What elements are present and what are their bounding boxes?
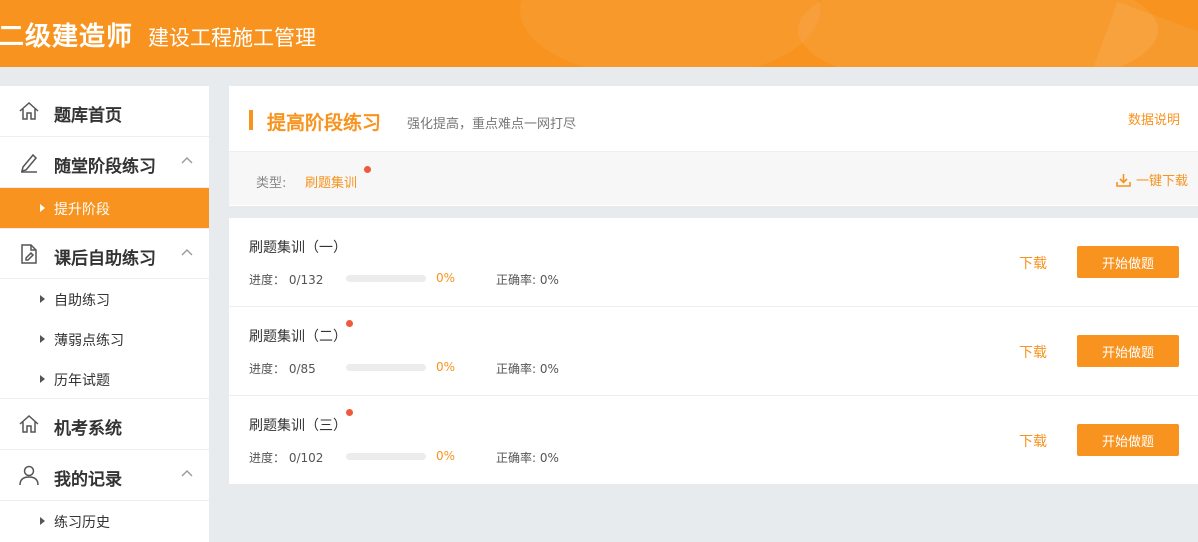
home-icon	[19, 101, 39, 120]
chevron-up-icon[interactable]	[180, 246, 194, 260]
practice-set-name: 刷题集训（二）	[249, 329, 347, 345]
sidebar-subitem-promotion-stage[interactable]: 提升阶段	[0, 188, 209, 228]
new-indicator-dot	[346, 320, 353, 327]
list-item: 刷题集训（三） 进度： 0/102 0% 正确率: 0% 下载 开始做题	[229, 396, 1198, 485]
section-header-panel: 提高阶段练习 强化提高，重点难点一网打尽 数据说明 类型: 刷题集训 一键下载	[229, 86, 1198, 206]
app-title: 二级建造师	[0, 22, 134, 52]
download-link[interactable]: 下载	[1019, 342, 1047, 362]
page-description: 强化提高，重点难点一网打尽	[407, 117, 577, 132]
data-help-link[interactable]: 数据说明	[1128, 109, 1180, 128]
accuracy-label: 正确率: 0%	[496, 451, 559, 465]
download-all-button[interactable]: 一键下载	[1116, 170, 1188, 189]
list-item: 刷题集训（一） 进度： 0/132 0% 正确率: 0% 下载 开始做题	[229, 218, 1198, 307]
sidebar-item-label: 课后自助练习	[54, 249, 156, 269]
title-accent-bar	[249, 110, 253, 130]
sidebar-item-stage-practice[interactable]: 随堂阶段练习	[0, 137, 209, 188]
sidebar-item-label: 机考系统	[54, 419, 122, 439]
practice-set-name: 刷题集训（三）	[249, 418, 347, 434]
sidebar-item-label: 我的记录	[54, 470, 122, 490]
progress-percent: 0%	[436, 449, 456, 463]
type-filter-option[interactable]: 刷题集训	[305, 172, 357, 191]
caret-right-icon	[40, 204, 45, 212]
user-icon	[19, 465, 39, 486]
practice-set-list: 刷题集训（一） 进度： 0/132 0% 正确率: 0% 下载 开始做题 刷题集…	[229, 218, 1198, 484]
sidebar-item-my-records[interactable]: 我的记录	[0, 450, 209, 501]
sidebar-item-exam-system[interactable]: 机考系统	[0, 399, 209, 450]
type-filter-bar: 类型: 刷题集训 一键下载	[229, 151, 1198, 205]
progress-label: 进度： 0/132	[249, 273, 324, 287]
start-practice-button[interactable]: 开始做题	[1077, 246, 1179, 278]
caret-right-icon	[40, 375, 45, 383]
header-decoration	[520, 0, 820, 67]
progress-percent: 0%	[436, 271, 456, 285]
progress-label: 进度： 0/102	[249, 451, 324, 465]
download-link[interactable]: 下载	[1019, 253, 1047, 273]
sidebar-subitem-self-practice[interactable]: 自助练习	[0, 279, 209, 319]
caret-right-icon	[40, 295, 45, 303]
new-indicator-dot	[346, 409, 353, 416]
document-edit-icon	[21, 244, 37, 264]
sidebar-subitem-label: 历年试题	[54, 373, 110, 389]
pen-icon	[20, 153, 38, 173]
progress-bar	[346, 453, 426, 460]
download-icon	[1116, 173, 1131, 187]
chevron-up-icon[interactable]	[180, 154, 194, 168]
progress-bar	[346, 275, 426, 282]
sidebar-item-after-class[interactable]: 课后自助练习	[0, 228, 209, 279]
sidebar-subitem-label: 练习历史	[54, 515, 110, 531]
download-all-label: 一键下载	[1135, 174, 1188, 189]
subject-title: 建设工程施工管理	[148, 26, 316, 50]
chevron-up-icon[interactable]	[180, 467, 194, 481]
progress-percent: 0%	[436, 360, 456, 374]
sidebar-item-home[interactable]: 题库首页	[0, 86, 209, 137]
new-indicator-dot	[364, 166, 371, 173]
app-header: 二级建造师 建设工程施工管理	[0, 0, 1198, 67]
sidebar: 题库首页 随堂阶段练习 提升阶段 课后自助练习 自助练习 薄弱点练习 历年试题 …	[0, 86, 209, 542]
sidebar-subitem-label: 自助练习	[54, 293, 110, 309]
accuracy-label: 正确率: 0%	[496, 362, 559, 376]
sidebar-subitem-weak-points[interactable]: 薄弱点练习	[0, 319, 209, 359]
list-item: 刷题集训（二） 进度： 0/85 0% 正确率: 0% 下载 开始做题	[229, 307, 1198, 396]
start-practice-button[interactable]: 开始做题	[1077, 335, 1179, 367]
progress-bar	[346, 364, 426, 371]
sidebar-item-label: 随堂阶段练习	[54, 157, 156, 177]
download-link[interactable]: 下载	[1019, 431, 1047, 451]
accuracy-label: 正确率: 0%	[496, 273, 559, 287]
sidebar-item-label: 题库首页	[54, 106, 122, 126]
type-filter-label: 类型:	[256, 176, 287, 191]
progress-label: 进度： 0/85	[249, 362, 316, 376]
home-icon	[19, 414, 39, 433]
start-practice-button[interactable]: 开始做题	[1077, 424, 1179, 456]
sidebar-subitem-past-exams[interactable]: 历年试题	[0, 359, 209, 399]
page-title: 提高阶段练习	[267, 112, 382, 134]
sidebar-subitem-label: 提升阶段	[54, 202, 110, 218]
sidebar-subitem-practice-history[interactable]: 练习历史	[0, 501, 209, 541]
practice-set-name: 刷题集训（一）	[249, 240, 347, 256]
caret-right-icon	[40, 517, 45, 525]
sidebar-subitem-label: 薄弱点练习	[54, 333, 124, 349]
caret-right-icon	[40, 335, 45, 343]
